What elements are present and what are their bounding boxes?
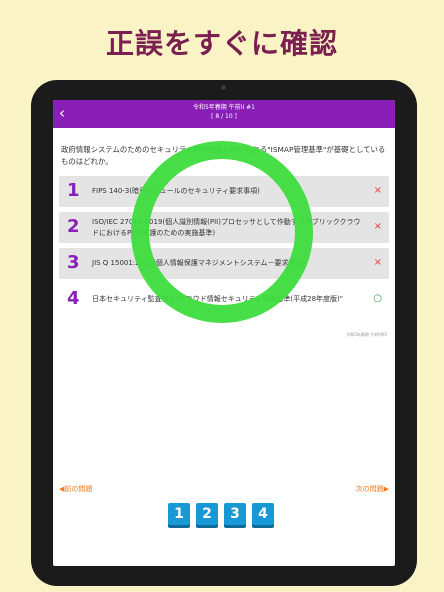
option-number: 3 [67, 252, 80, 273]
incorrect-mark-icon: × [373, 221, 382, 232]
answer-button-3[interactable]: 3 [224, 503, 246, 525]
camera [221, 85, 226, 90]
option-text: FIPS 140-3(暗号モジュールのセキュリティ要求事項) [92, 187, 260, 195]
option-text: 日本セキュリティ監査協会"クラウド情報セキュリティ管理基準(平成28年度版)" [92, 295, 343, 303]
option-number: 1 [67, 180, 80, 201]
title-bar: ‹ 令和5年春期 午前II #1 [ 8 / 10 ] [53, 100, 395, 128]
answer-option-1[interactable]: 1 FIPS 140-3(暗号モジュールのセキュリティ要求事項) × [59, 176, 389, 207]
answer-button-row: 1 2 3 4 [168, 503, 274, 525]
headline: 正誤をすぐに確認 [105, 27, 338, 60]
option-number: 4 [67, 288, 80, 309]
option-text: JIS Q 15001:2017(個人情報保護マネジメントシステム－要求事項) [92, 259, 306, 267]
incorrect-mark-icon: × [373, 185, 382, 196]
answer-option-3[interactable]: 3 JIS Q 15001:2017(個人情報保護マネジメントシステム－要求事項… [59, 248, 389, 279]
incorrect-mark-icon: × [373, 257, 382, 268]
correct-mark-icon: ○ [373, 293, 382, 304]
prev-label: 前の問題 [64, 485, 93, 493]
answer-button-1[interactable]: 1 [168, 503, 190, 525]
answer-button-4[interactable]: 4 [252, 503, 274, 525]
app-screen: ‹ 令和5年春期 午前II #1 [ 8 / 10 ] 政府情報システムのための… [53, 100, 395, 566]
answer-option-4[interactable]: 4 日本セキュリティ監査協会"クラウド情報セキュリティ管理基準(平成28年度版)… [59, 284, 389, 315]
next-question-link[interactable]: 次の問題▶ [356, 484, 389, 494]
question-progress: [ 8 / 10 ] [211, 113, 237, 120]
answer-button-2[interactable]: 2 [196, 503, 218, 525]
question-source: 令和5年春期 午前II問5 [346, 332, 387, 337]
answer-option-2[interactable]: 2 ISO/IEC 27018:2019(個人識別情報(PII)プロセッサとして… [59, 212, 389, 243]
prev-question-link[interactable]: ◀前の問題 [59, 484, 92, 494]
option-number: 2 [67, 216, 80, 237]
option-text: ISO/IEC 27018:2019(個人識別情報(PII)プロセッサとして作動… [92, 217, 361, 237]
question-text: 政府情報システムのためのセキュリティ評価制度に用いられる"ISMAP管理基準"が… [61, 145, 386, 166]
tablet-frame: ‹ 令和5年春期 午前II #1 [ 8 / 10 ] 政府情報システムのための… [31, 80, 417, 586]
exam-title: 令和5年春期 午前II #1 [192, 104, 256, 111]
next-label: 次の問題 [355, 485, 384, 493]
